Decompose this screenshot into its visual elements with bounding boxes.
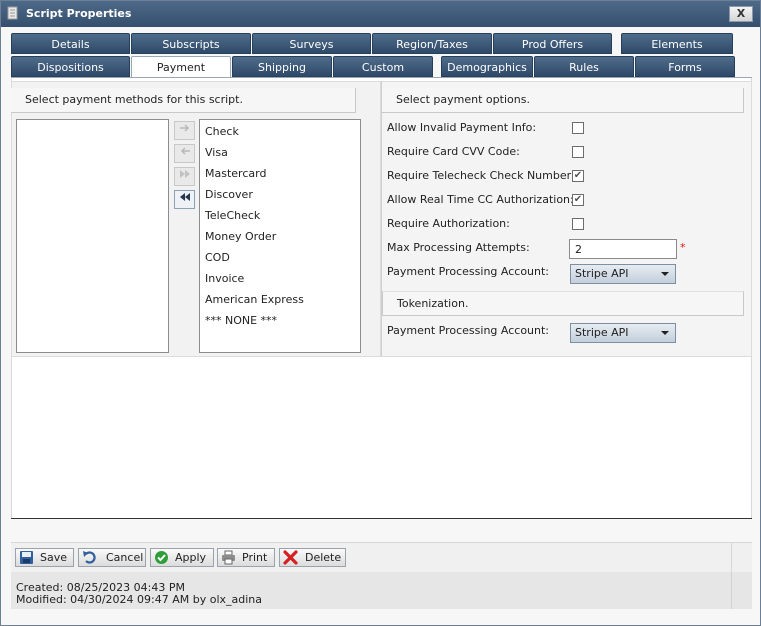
move-all-right-button[interactable] [174,167,195,186]
title-bar: Script Properties X [1,1,760,27]
require-cvv-label: Require Card CVV Code: [387,145,520,158]
tab-payment[interactable]: Payment [131,56,231,79]
tab-elements[interactable]: Elements [621,33,733,54]
tab-subscripts[interactable]: Subscripts [131,33,251,54]
delete-label: Delete [305,551,342,564]
apply-button[interactable]: Apply [150,548,214,567]
toolbar-end [731,542,752,572]
print-button[interactable]: Print [217,548,275,567]
script-document-icon [7,6,18,20]
printer-icon [222,550,235,565]
require-auth-checkbox[interactable] [572,218,584,230]
footer-end [731,572,752,609]
floppy-disk-icon [20,551,33,564]
print-label: Print [242,551,268,564]
payment-methods-header: Select payment methods for this script. [11,88,356,113]
cancel-button[interactable]: Cancel [78,548,146,567]
save-button[interactable]: Save [15,548,74,567]
max-attempts-input[interactable]: 2 [569,239,677,259]
tokenization-header: Tokenization. [382,291,744,316]
token-account-value: Stripe API [575,326,629,339]
tab-custom[interactable]: Custom [333,56,433,77]
checkmark-circle-icon [155,551,168,564]
move-right-button[interactable] [174,121,195,140]
delete-button[interactable]: Delete [279,548,346,567]
list-item[interactable]: Money Order [205,230,276,243]
delete-x-icon [283,550,298,565]
max-attempts-label: Max Processing Attempts: [387,241,530,254]
available-methods-list[interactable]: Check Visa Mastercard Discover TeleCheck… [199,119,361,353]
check-mark-icon: ✔ [573,170,583,181]
tab-region-taxes[interactable]: Region/Taxes [372,33,492,54]
undo-arrow-icon [83,551,96,564]
token-account-label: Payment Processing Account: [387,324,550,337]
allow-invalid-label: Allow Invalid Payment Info: [387,121,537,134]
check-mark-icon: ✔ [573,194,583,205]
save-label: Save [40,551,68,564]
processing-account-label: Payment Processing Account: [387,265,550,278]
move-left-button[interactable] [174,144,195,163]
require-auth-label: Require Authorization: [387,217,510,230]
require-cvv-checkbox[interactable] [572,146,584,158]
move-all-left-button[interactable] [174,190,195,209]
allow-invalid-checkbox[interactable] [572,122,584,134]
payment-options-header: Select payment options. [382,88,744,113]
list-item[interactable]: Mastercard [205,167,266,180]
list-item[interactable]: Discover [205,188,253,201]
arrow-left-icon [180,147,190,155]
tab-rules[interactable]: Rules [534,56,634,77]
close-label: X [736,7,746,20]
chevron-down-icon [661,331,669,335]
apply-label: Apply [175,551,207,564]
tab-demographics[interactable]: Demographics [441,56,533,77]
token-account-dropdown[interactable]: Stripe API [570,323,676,343]
chevron-down-icon [661,272,669,276]
processing-account-value: Stripe API [575,267,629,280]
script-properties-window: Script Properties X Details Subscripts S… [0,0,761,626]
tab-dispositions[interactable]: Dispositions [11,56,130,77]
list-item[interactable]: *** NONE *** [205,314,277,327]
divider [11,518,752,519]
window-title: Script Properties [26,7,132,20]
tab-surveys[interactable]: Surveys [252,33,371,54]
tab-prod-offers[interactable]: Prod Offers [493,33,612,54]
double-arrow-left-icon [179,193,190,201]
close-button[interactable]: X [729,6,753,22]
arrow-right-icon [179,124,189,132]
required-marker: * [680,241,686,254]
list-item[interactable]: TeleCheck [205,209,260,222]
allow-realtime-cc-checkbox[interactable]: ✔ [572,194,584,206]
list-item[interactable]: Visa [205,146,228,159]
selected-methods-list[interactable] [16,119,169,353]
tab-details[interactable]: Details [11,33,130,54]
double-arrow-right-icon [179,170,190,178]
list-item[interactable]: American Express [205,293,304,306]
modified-timestamp: Modified: 04/30/2024 09:47 AM by olx_adi… [16,593,263,606]
require-telecheck-label: Require Telecheck Check Number: [387,169,575,182]
tab-forms[interactable]: Forms [635,56,735,77]
tab-shipping[interactable]: Shipping [232,56,332,77]
audit-footer: Created: 08/25/2023 04:43 PM Modified: 0… [11,572,752,609]
list-item[interactable]: COD [205,251,230,264]
processing-account-dropdown[interactable]: Stripe API [570,264,676,284]
cancel-label: Cancel [106,551,144,564]
list-item[interactable]: Invoice [205,272,244,285]
require-telecheck-checkbox[interactable]: ✔ [572,170,584,182]
list-item[interactable]: Check [205,125,239,138]
allow-realtime-cc-label: Allow Real Time CC Authorization: [387,193,574,206]
